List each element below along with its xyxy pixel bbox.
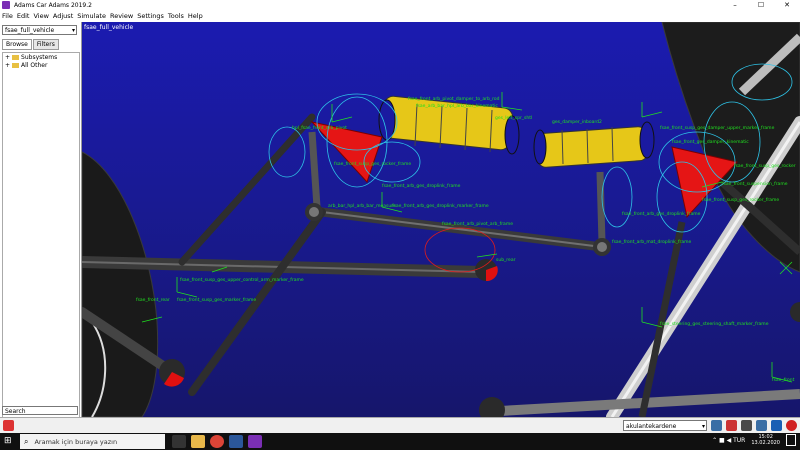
browser-search-input[interactable]: Search	[2, 406, 78, 415]
menu-simulate[interactable]: Simulate	[77, 12, 106, 20]
menu-file[interactable]: File	[2, 12, 13, 20]
marker-label[interactable]: fsae_front_arb_ges_droplink_marker_frame	[392, 204, 489, 209]
view-dropdown-value: akulantekardene	[626, 423, 677, 430]
info-icon[interactable]	[771, 420, 782, 431]
clock-date: 13.02.2020	[751, 440, 780, 446]
marker-label[interactable]: sub_rear	[496, 258, 515, 263]
model-viewport[interactable]: fsae_full_vehicle fsae_front_arb_pivot_d…	[82, 22, 800, 417]
tab-browse[interactable]: Browse	[2, 39, 32, 50]
marker-label[interactable]: fsae_front_arb_pivot_arb_frame	[442, 222, 513, 227]
system-tray: ⌃ ■ ◀ TUR 15:02 13.02.2020	[712, 434, 796, 446]
marker-label[interactable]: fsae_front_susp_ges_damper_upper_marker_…	[660, 126, 774, 131]
maximize-button[interactable]: ☐	[748, 0, 774, 10]
windows-taskbar: ⊞ ⌕ Aramak için buraya yazın ⌃ ■ ◀ TUR 1…	[0, 433, 800, 450]
marker-label[interactable]: fsae_front_arb_mat_droplink_frame	[612, 240, 691, 245]
menu-settings[interactable]: Settings	[137, 12, 164, 20]
title-bar: Adams Car Adams 2019.2 – ☐ ✕	[0, 0, 800, 10]
marker-label[interactable]: fsae_front_susp_ges_marker_frame	[177, 298, 256, 303]
marker-label[interactable]: fsae_front_arb_ges_droplink_frame	[622, 212, 700, 217]
marker-label[interactable]: ges_damper_inboard2	[552, 120, 602, 125]
tree-item-label: All Other	[21, 61, 48, 69]
search-icon: ⌕	[24, 436, 29, 446]
word-icon[interactable]	[229, 435, 243, 448]
file-explorer-icon[interactable]	[191, 435, 205, 448]
menu-adjust[interactable]: Adjust	[53, 12, 73, 20]
tab-filters[interactable]: Filters	[32, 39, 59, 50]
browser-tree: + Subsystems + All Other	[2, 52, 80, 424]
taskbar-search-placeholder: Aramak için buraya yazın	[34, 437, 118, 446]
marker-label[interactable]: arb_bar_hpl_arb_bar_measure	[328, 204, 396, 209]
marker-label[interactable]: fsae_front	[772, 378, 794, 383]
viewport-model-title: fsae_full_vehicle	[84, 24, 134, 31]
marker-label[interactable]: fsae_front_arb_ges_droplink_frame	[382, 184, 460, 189]
marker-label[interactable]: fsae_arb_bar_hpl_arb_bar_kinematic	[416, 104, 498, 109]
marker-label[interactable]: fsae_front_susp_ges_upper_control_arm_ma…	[180, 278, 304, 283]
menu-review[interactable]: Review	[110, 12, 133, 20]
tools-icon[interactable]	[3, 420, 14, 431]
chevron-down-icon: ▾	[71, 27, 75, 34]
marker-label[interactable]: fsae_front_rear	[136, 298, 170, 303]
menu-tools[interactable]: Tools	[168, 12, 184, 20]
view-dropdown[interactable]: akulantekardene ▾	[623, 420, 707, 431]
fit-icon[interactable]	[756, 420, 767, 431]
marker-label[interactable]: ges_left_spr_shtl	[495, 116, 532, 121]
folder-icon	[12, 62, 20, 68]
marker-label[interactable]: fsae_front_susp_ges_rocker_frame	[334, 162, 411, 167]
folder-icon	[12, 54, 20, 60]
menu-view[interactable]: View	[33, 12, 48, 20]
model-dropdown-value: fsae_full_vehicle	[5, 27, 55, 34]
task-view-icon[interactable]	[172, 435, 186, 448]
tree-item-label: Subsystems	[21, 53, 58, 61]
marker-label[interactable]: hpl_fsae_front_arb_pivot	[292, 126, 347, 131]
measure-icon[interactable]	[726, 420, 737, 431]
system-tray-icons[interactable]: ⌃ ■ ◀ TUR	[712, 437, 745, 444]
tree-expander-icon[interactable]: +	[5, 62, 10, 69]
windows-start-icon[interactable]: ⊞	[4, 437, 13, 446]
close-button[interactable]: ✕	[774, 0, 800, 10]
marker-label[interactable]: fsae_front_suspension_frame	[722, 182, 787, 187]
tree-item-subsystems[interactable]: + Subsystems	[5, 53, 79, 61]
menu-help[interactable]: Help	[188, 12, 203, 20]
model-browser: fsae_full_vehicle ▾ Browse Filters + Sub…	[0, 22, 82, 424]
model-dropdown[interactable]: fsae_full_vehicle ▾	[2, 25, 77, 35]
left-tire	[82, 151, 159, 417]
menu-edit[interactable]: Edit	[17, 12, 30, 20]
minimize-button[interactable]: –	[722, 0, 748, 10]
marker-label[interactable]: fsae_front_susp_ges_rocker_frame	[702, 198, 779, 203]
window-title: Adams Car Adams 2019.2	[14, 1, 92, 9]
adams-taskbar-icon[interactable]	[248, 435, 262, 448]
notification-icon[interactable]	[786, 434, 796, 446]
marker-label[interactable]: fsae_front_arb_pivot_damper_to_arb_rod	[408, 97, 499, 102]
chevron-down-icon: ▾	[701, 423, 705, 430]
chrome-icon[interactable]	[210, 435, 224, 448]
marker-label[interactable]: fsae_front_susp_ges_rocker	[734, 164, 796, 169]
tree-item-all-other[interactable]: + All Other	[5, 61, 79, 69]
status-toolbar: akulantekardene ▾	[0, 417, 800, 434]
stop-icon[interactable]	[786, 420, 797, 431]
render-icon[interactable]	[711, 420, 722, 431]
tree-expander-icon[interactable]: +	[5, 54, 10, 61]
clock[interactable]: 15:02 13.02.2020	[751, 434, 780, 446]
marker-label[interactable]: fsae_front_ges_damper_kinematic	[672, 140, 749, 145]
taskbar-search-input[interactable]: ⌕ Aramak için buraya yazın	[20, 434, 165, 449]
grid-icon[interactable]	[741, 420, 752, 431]
marker-label[interactable]: fsae_steering_ges_steering_shaft_marker_…	[660, 322, 768, 327]
adams-app-icon	[2, 1, 10, 9]
vehicle-3d-scene[interactable]	[82, 22, 800, 417]
